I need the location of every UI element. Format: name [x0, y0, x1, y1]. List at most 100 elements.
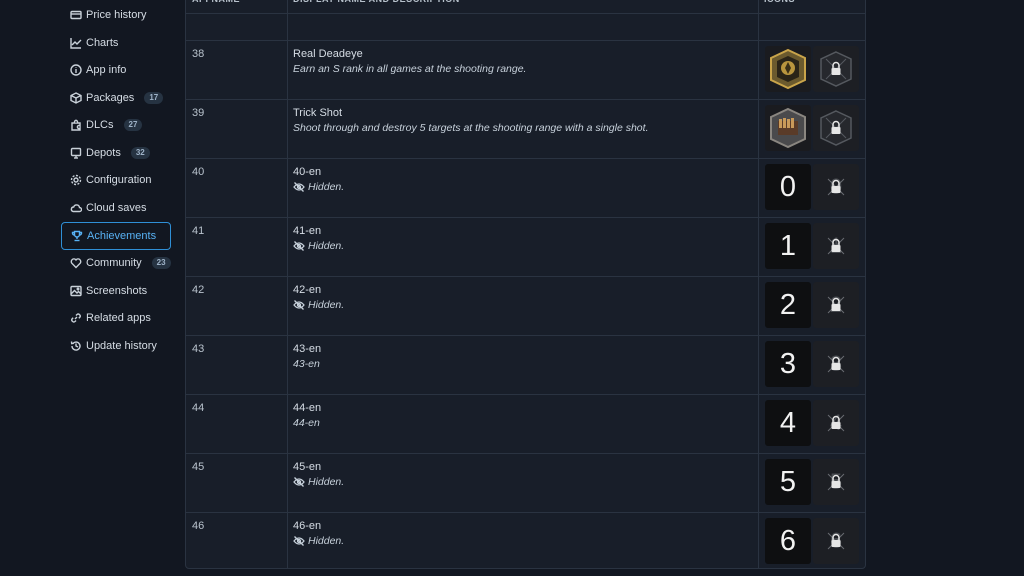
- achievement-description: 43-en: [293, 358, 320, 370]
- achievement-name: 44-en: [293, 402, 322, 414]
- locked-icon[interactable]: 2: [813, 282, 859, 328]
- achievement-name: 43-en: [293, 343, 322, 355]
- achievements-table: API NAME ↕ DISPLAY NAME AND DESCRIPTION …: [185, 0, 866, 569]
- api-name-cell: 38: [192, 48, 205, 60]
- api-name-cell: 44: [192, 402, 205, 414]
- achievement-name: 41-en: [293, 225, 322, 237]
- achievement-icon[interactable]: 1: [765, 223, 811, 269]
- eye-slash-icon: [293, 182, 305, 192]
- achievement-name: 46-en: [293, 520, 322, 532]
- table-row: 40 40-en Hidden. 0 0: [186, 158, 865, 216]
- sidebar-item-packages[interactable]: Packages 17: [61, 85, 171, 111]
- sidebar-item-achievements[interactable]: Achievements: [61, 222, 171, 250]
- achievement-icon[interactable]: 5: [765, 459, 811, 505]
- achievement-description: Hidden.: [293, 181, 344, 193]
- locked-icon[interactable]: 0: [813, 164, 859, 210]
- sidebar-item-label: Related apps: [86, 312, 151, 324]
- sidebar-item-depots[interactable]: Depots 32: [61, 140, 171, 166]
- sidebar-item-charts[interactable]: Charts: [61, 30, 171, 56]
- api-name-cell: 43: [192, 343, 205, 355]
- sidebar-item-label: Update history: [86, 340, 157, 352]
- sidebar-item-related-apps[interactable]: Related apps: [61, 305, 171, 331]
- achievement-description: Hidden.: [293, 299, 344, 311]
- locked-icon[interactable]: 1: [813, 223, 859, 269]
- achievement-description: Hidden.: [293, 535, 344, 547]
- package-icon: [70, 92, 82, 104]
- header-display-name[interactable]: DISPLAY NAME AND DESCRIPTION: [293, 0, 460, 13]
- table-header: API NAME ↕ DISPLAY NAME AND DESCRIPTION …: [186, 0, 865, 14]
- sidebar-item-screenshots[interactable]: Screenshots: [61, 278, 171, 304]
- achievement-name: Real Deadeye: [293, 48, 363, 60]
- table-row: 39 Trick Shot Shoot through and destroy …: [186, 99, 865, 157]
- sidebar-item-label: Cloud saves: [86, 202, 147, 214]
- table-row: 45 45-en Hidden. 5 5: [186, 453, 865, 511]
- achievement-description: Hidden.: [293, 240, 344, 252]
- locked-icon[interactable]: 4: [813, 400, 859, 446]
- sidebar-item-cloud-saves[interactable]: Cloud saves: [61, 195, 171, 221]
- api-name-cell: 41: [192, 225, 205, 237]
- cloud-icon: [70, 204, 82, 213]
- bullets-emblem-icon[interactable]: [765, 105, 811, 151]
- achievement-icon[interactable]: 0: [765, 164, 811, 210]
- header-icons: ICONS: [764, 0, 795, 13]
- api-name-cell: 40: [192, 166, 205, 178]
- sidebar-item-update-history[interactable]: Update history: [61, 333, 171, 359]
- count-badge: 17: [144, 92, 164, 104]
- price-history-icon: [70, 10, 82, 20]
- eye-slash-icon: [293, 300, 305, 310]
- locked-icon[interactable]: [813, 105, 859, 151]
- info-icon: [70, 64, 82, 76]
- sidebar-item-label: Configuration: [86, 174, 152, 186]
- sidebar-item-label: Achievements: [87, 230, 157, 242]
- achievement-icon[interactable]: 4: [765, 400, 811, 446]
- locked-icon[interactable]: 6: [813, 518, 859, 564]
- api-name-cell: 39: [192, 107, 205, 119]
- trophy-icon: [71, 230, 83, 242]
- achievement-description: Shoot through and destroy 5 targets at t…: [293, 122, 649, 134]
- sidebar-item-label: Community: [86, 257, 142, 269]
- header-api-name[interactable]: API NAME: [192, 0, 240, 13]
- table-row: 38 Real Deadeye Earn an S rank in all ga…: [186, 40, 865, 98]
- gold-emblem-icon[interactable]: [765, 46, 811, 92]
- sidebar-item-label: Depots: [86, 147, 121, 159]
- sidebar-item-dlcs[interactable]: DLCs 27: [61, 112, 171, 138]
- table-row: 44 44-en 44-en 4 4: [186, 394, 865, 452]
- sidebar-item-configuration[interactable]: Configuration: [61, 167, 171, 193]
- sidebar-item-label: DLCs: [86, 119, 114, 131]
- table-row: 46 46-en Hidden. 6 6: [186, 512, 865, 570]
- eye-slash-icon: [293, 536, 305, 546]
- sidebar-item-label: Charts: [86, 37, 119, 49]
- achievement-name: 40-en: [293, 166, 322, 178]
- sidebar-item-app-info[interactable]: App info: [61, 57, 171, 83]
- sidebar-item-community[interactable]: Community 23: [61, 250, 171, 276]
- dlc-icon: [71, 119, 81, 131]
- heart-icon: [70, 258, 82, 269]
- api-name-cell: 46: [192, 520, 205, 532]
- locked-icon[interactable]: 3: [813, 341, 859, 387]
- table-row: 42 42-en Hidden. 2 2: [186, 276, 865, 334]
- achievement-icon[interactable]: 6: [765, 518, 811, 564]
- table-row: 43 43-en 43-en 3 3: [186, 335, 865, 393]
- sidebar-item-label: Price history: [86, 9, 147, 21]
- count-badge: 32: [130, 147, 150, 159]
- achievement-description: 44-en: [293, 417, 320, 429]
- achievement-name: 42-en: [293, 284, 322, 296]
- achievement-icon[interactable]: 2: [765, 282, 811, 328]
- link-icon: [71, 313, 81, 323]
- count-badge: 27: [123, 119, 143, 131]
- sidebar-item-label: App info: [86, 64, 127, 76]
- achievement-name: 45-en: [293, 461, 322, 473]
- api-name-cell: 45: [192, 461, 205, 473]
- locked-icon[interactable]: [813, 46, 859, 92]
- charts-icon: [70, 38, 82, 49]
- sidebar-item-label: Screenshots: [86, 285, 148, 297]
- gear-icon: [70, 174, 82, 186]
- history-icon: [70, 341, 81, 351]
- eye-slash-icon: [293, 241, 305, 251]
- sidebar-item-price-history[interactable]: Price history: [61, 2, 171, 28]
- count-badge: 23: [151, 257, 171, 269]
- depot-icon: [70, 147, 82, 159]
- achievement-icon[interactable]: 3: [765, 341, 811, 387]
- locked-icon[interactable]: 5: [813, 459, 859, 505]
- eye-slash-icon: [293, 477, 305, 487]
